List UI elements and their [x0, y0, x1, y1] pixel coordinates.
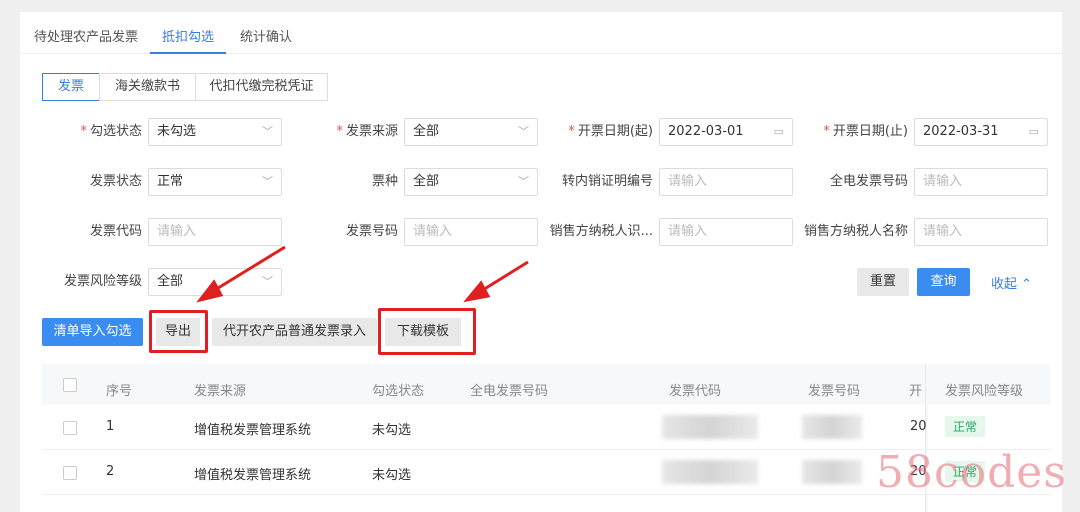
arrow-to-export [209, 245, 286, 295]
arrow-head [196, 279, 224, 303]
annotation-arrows [196, 245, 529, 303]
arrow-head [463, 280, 491, 303]
watermark: 58codes [876, 447, 1067, 498]
active-tab-indicator [150, 52, 226, 54]
